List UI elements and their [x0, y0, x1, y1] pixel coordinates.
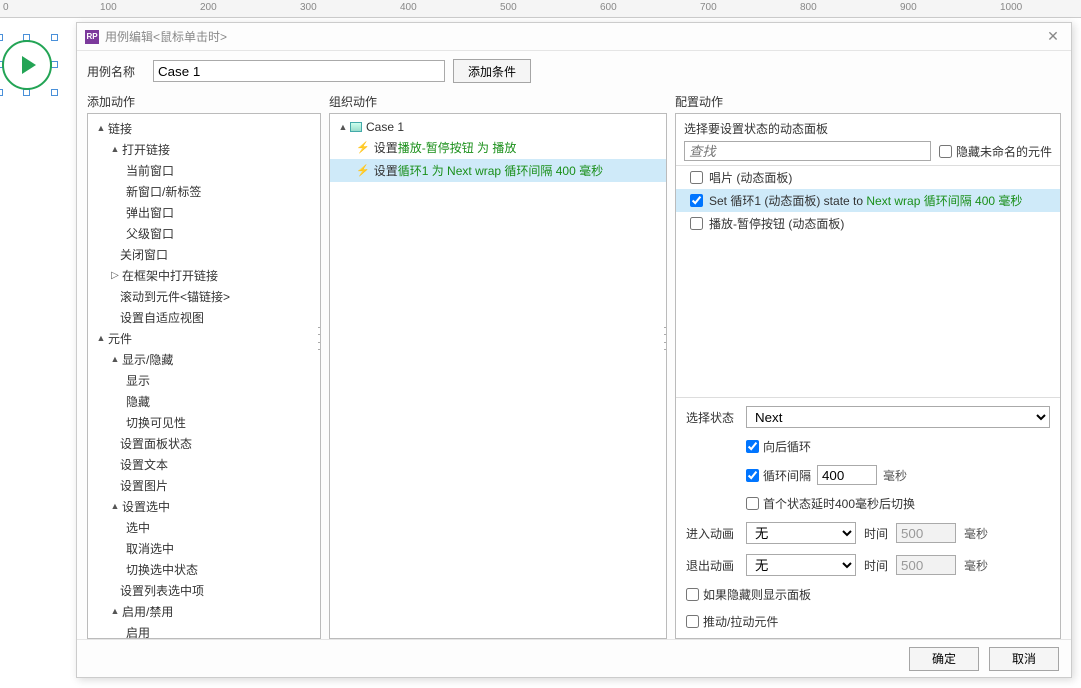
case-icon	[350, 122, 362, 132]
anim-out-time	[896, 555, 956, 575]
dp-item-selected[interactable]: Set 循环1 (动态面板) state to Next wrap 循环间隔 4…	[676, 189, 1060, 212]
anim-out-label: 退出动画	[686, 557, 738, 574]
tree-node-widget[interactable]: 元件	[88, 328, 320, 349]
case-name-input[interactable]	[153, 60, 445, 82]
tree-leaf[interactable]: 设置自适应视图	[88, 307, 320, 328]
tree-leaf[interactable]: 隐藏	[88, 391, 320, 412]
bolt-icon: ⚡	[356, 141, 370, 154]
dialog-titlebar[interactable]: RP 用例编辑<鼠标单击时> ✕	[77, 23, 1071, 51]
tree-node[interactable]: 显示/隐藏	[88, 349, 320, 370]
anim-out-select[interactable]: 无	[746, 554, 856, 576]
tree-leaf[interactable]: 当前窗口	[88, 160, 320, 181]
select-state-label: 选择状态	[686, 409, 738, 426]
tree-leaf[interactable]: 滚动到元件<锚链接>	[88, 286, 320, 307]
ruler-horizontal: 0 100 200 300 400 500 600 700 800 900 10…	[0, 0, 1081, 18]
tree-leaf[interactable]: 切换选中状态	[88, 559, 320, 580]
actions-tree-panel[interactable]: 链接 打开链接 当前窗口 新窗口/新标签 弹出窗口 父级窗口 关闭窗口 在框架中…	[87, 113, 321, 639]
tree-leaf[interactable]: 显示	[88, 370, 320, 391]
configure-panel: 选择要设置状态的动态面板 隐藏未命名的元件 唱片 (动态面板) Set 循环1 …	[675, 113, 1061, 639]
interval-input[interactable]	[817, 465, 877, 485]
case-node[interactable]: Case 1	[330, 118, 666, 136]
case-editor-dialog: RP 用例编辑<鼠标单击时> ✕ 用例名称 添加条件 添加动作 链接 打开链接 …	[76, 22, 1072, 678]
tree-leaf[interactable]: 切换可见性	[88, 412, 320, 433]
dp-item[interactable]: 播放-暂停按钮 (动态面板)	[676, 212, 1060, 235]
state-select[interactable]: Next	[746, 406, 1050, 428]
time-label: 时间	[864, 525, 888, 542]
show-if-hidden-checkbox[interactable]: 如果隐藏则显示面板	[686, 586, 1050, 603]
organize-panel[interactable]: Case 1 ⚡设置 播放-暂停按钮 为 播放 ⚡设置 循环1 为 Next w…	[329, 113, 667, 639]
tree-node[interactable]: 启用/禁用	[88, 601, 320, 622]
config-heading: 选择要设置状态的动态面板	[684, 120, 1052, 137]
action-item[interactable]: ⚡设置 播放-暂停按钮 为 播放	[330, 136, 666, 159]
add-condition-button[interactable]: 添加条件	[453, 59, 531, 83]
close-icon[interactable]: ✕	[1043, 28, 1063, 45]
hide-unnamed-checkbox[interactable]: 隐藏未命名的元件	[939, 143, 1052, 160]
configure-action-label: 配置动作	[675, 93, 1061, 109]
tree-leaf[interactable]: 启用	[88, 622, 320, 639]
tree-leaf[interactable]: 设置文本	[88, 454, 320, 475]
tree-node[interactable]: 在框架中打开链接	[88, 265, 320, 286]
dp-checkbox[interactable]	[690, 217, 703, 230]
tree-leaf[interactable]: 设置图片	[88, 475, 320, 496]
add-action-label: 添加动作	[87, 93, 321, 109]
app-icon: RP	[85, 30, 99, 44]
ok-button[interactable]: 确定	[909, 647, 979, 671]
bolt-icon: ⚡	[356, 164, 370, 177]
search-input[interactable]	[684, 141, 931, 161]
tree-leaf[interactable]: 取消选中	[88, 538, 320, 559]
dp-checkbox[interactable]	[690, 194, 703, 207]
tree-node[interactable]: 设置选中	[88, 496, 320, 517]
dp-checkbox[interactable]	[690, 171, 703, 184]
anim-in-time	[896, 523, 956, 543]
time-label: 时间	[864, 557, 888, 574]
loop-back-checkbox[interactable]: 向后循环	[746, 438, 811, 455]
dp-item[interactable]: 唱片 (动态面板)	[676, 166, 1060, 189]
action-item-selected[interactable]: ⚡设置 循环1 为 Next wrap 循环间隔 400 毫秒	[330, 159, 666, 182]
push-pull-checkbox[interactable]: 推动/拉动元件	[686, 613, 1050, 630]
tree-leaf[interactable]: 选中	[88, 517, 320, 538]
dialog-title: 用例编辑<鼠标单击时>	[105, 28, 1043, 45]
cancel-button[interactable]: 取消	[989, 647, 1059, 671]
organize-action-label: 组织动作	[329, 93, 667, 109]
loop-interval-checkbox[interactable]: 循环间隔	[746, 467, 811, 484]
first-state-delay-checkbox[interactable]: 首个状态延时400毫秒后切换	[746, 495, 915, 512]
tree-leaf[interactable]: 新窗口/新标签	[88, 181, 320, 202]
tree-leaf[interactable]: 父级窗口	[88, 223, 320, 244]
play-button-widget[interactable]	[2, 40, 52, 90]
tree-leaf[interactable]: 关闭窗口	[88, 244, 320, 265]
play-icon	[22, 56, 36, 74]
tree-leaf[interactable]: 设置面板状态	[88, 433, 320, 454]
tree-leaf[interactable]: 弹出窗口	[88, 202, 320, 223]
anim-in-select[interactable]: 无	[746, 522, 856, 544]
anim-in-label: 进入动画	[686, 525, 738, 542]
tree-leaf[interactable]: 设置列表选中项	[88, 580, 320, 601]
tree-node-open-link[interactable]: 打开链接	[88, 139, 320, 160]
case-name-label: 用例名称	[87, 63, 145, 80]
tree-node-link[interactable]: 链接	[88, 118, 320, 139]
